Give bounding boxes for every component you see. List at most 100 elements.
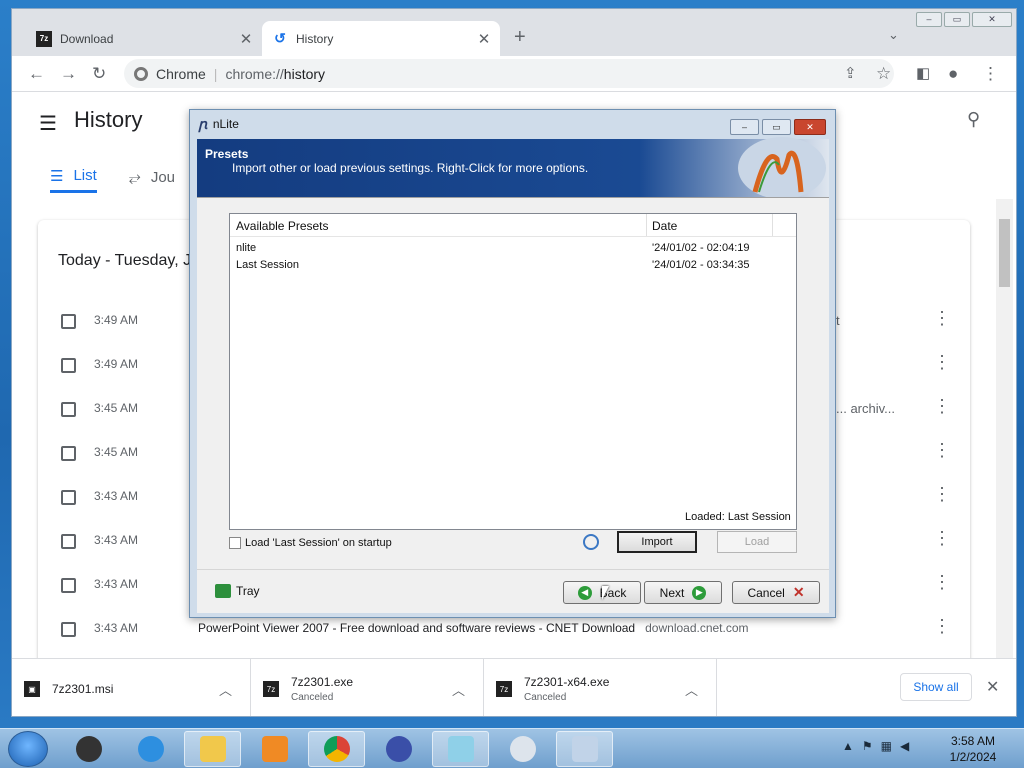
row-checkbox[interactable] (61, 446, 76, 461)
chevron-up-icon[interactable]: ︿ (219, 680, 232, 699)
star-icon[interactable]: ☆ (876, 64, 891, 84)
more-vert-icon[interactable]: ⋮ (933, 528, 951, 549)
chevron-down-icon[interactable]: ⌄ (888, 27, 899, 43)
maximize-button[interactable]: ▭ (944, 12, 970, 27)
taskbar-app[interactable] (494, 731, 551, 767)
forward-arrow-icon[interactable]: → (60, 64, 77, 84)
next-button[interactable]: Next ▶ (644, 581, 722, 604)
taskbar-nlite[interactable] (556, 731, 613, 767)
column-header-presets[interactable]: Available Presets (236, 219, 329, 233)
download-status: Canceled (524, 692, 567, 703)
action-center-icon[interactable]: ⚑ (862, 739, 873, 753)
reload-icon[interactable]: ↻ (92, 64, 106, 84)
download-item[interactable]: 7z 7z2301.exe Canceled ︿ (251, 659, 484, 716)
refresh-icon[interactable] (583, 534, 599, 550)
tab-download[interactable]: 7z Download ✕ (26, 21, 262, 56)
taskbar-ie[interactable] (122, 731, 179, 767)
more-vert-icon[interactable]: ⋮ (933, 352, 951, 373)
globe-icon (509, 736, 536, 762)
tab-journeys[interactable]: ⥂ Jou (129, 161, 175, 193)
network-icon[interactable]: ▦ (881, 739, 892, 753)
url-scheme: chrome:// (225, 65, 284, 82)
list-item[interactable]: nlite '24/01/02 - 02:04:19 (230, 240, 796, 257)
taskbar-chrome[interactable] (308, 731, 365, 767)
dialog-titlebar[interactable]: ꞃ nLite – ▭ ✕ (190, 110, 835, 138)
more-vert-icon[interactable]: ⋮ (933, 572, 951, 593)
window-controls: – ▭ ✕ (916, 12, 1012, 27)
list-item[interactable]: Last Session '24/01/02 - 03:34:35 (230, 257, 796, 274)
row-checkbox[interactable] (61, 402, 76, 417)
more-vert-icon[interactable]: ⋮ (933, 484, 951, 505)
row-page-title[interactable]: PowerPoint Viewer 2007 - Free download a… (198, 621, 838, 635)
row-checkbox[interactable] (61, 622, 76, 637)
page-scrollbar[interactable] (996, 199, 1013, 659)
scrollbar-thumb[interactable] (999, 219, 1010, 287)
tray-label: Tray (236, 584, 260, 598)
load-button[interactable]: Load (717, 531, 797, 553)
taskbar-notes[interactable] (432, 731, 489, 767)
tab-history[interactable]: ↺ History ✕ (262, 21, 500, 56)
minimize-button[interactable]: – (730, 119, 759, 135)
column-header-date[interactable]: Date (652, 219, 677, 233)
page-title: History (74, 107, 143, 132)
maximize-button[interactable]: ▭ (762, 119, 791, 135)
search-icon[interactable]: ⚲ (967, 109, 980, 130)
tab-label: Jou (150, 168, 175, 186)
close-button[interactable]: ✕ (972, 12, 1012, 27)
taskbar-explorer[interactable] (184, 731, 241, 767)
close-icon[interactable]: ✕ (236, 30, 256, 48)
address-bar[interactable]: Chrome | chrome://history (124, 59, 894, 88)
taskbar-app[interactable] (370, 731, 427, 767)
preset-name: Last Session (236, 259, 299, 271)
row-checkbox[interactable] (61, 314, 76, 329)
url-path: history (283, 65, 326, 82)
page-title-text: PowerPoint Viewer 2007 - Free download a… (198, 621, 636, 635)
row-checkbox[interactable] (61, 578, 76, 593)
tab-label: List (73, 167, 97, 184)
minimize-button[interactable]: – (916, 12, 942, 27)
profile-icon[interactable]: ● (948, 64, 958, 84)
startup-checkbox-row[interactable]: Load 'Last Session' on startup (229, 537, 392, 549)
more-vert-icon[interactable]: ⋮ (933, 440, 951, 461)
start-button[interactable] (8, 731, 48, 767)
tab-list[interactable]: ☰ List (50, 161, 97, 193)
cancel-button[interactable]: Cancel ✕ (732, 581, 820, 604)
startup-checkbox[interactable] (229, 537, 241, 549)
chevron-up-icon[interactable]: ▲ (842, 739, 854, 753)
more-vert-icon[interactable]: ⋮ (933, 616, 951, 637)
taskbar-clock-app[interactable] (60, 731, 117, 767)
back-arrow-icon[interactable]: ← (28, 64, 45, 84)
column-divider[interactable] (646, 214, 647, 236)
chevron-up-icon[interactable]: ︿ (452, 680, 465, 699)
import-button[interactable]: Import (617, 531, 697, 553)
taskbar-media[interactable] (246, 731, 303, 767)
share-icon[interactable]: ⇪ (844, 64, 857, 82)
close-icon[interactable]: ✕ (986, 677, 999, 697)
chevron-up-icon[interactable]: ︿ (685, 680, 698, 699)
row-checkbox[interactable] (61, 490, 76, 505)
msi-file-icon: ▣ (24, 681, 40, 697)
presets-list[interactable]: Available Presets Date nlite '24/01/02 -… (229, 213, 797, 530)
download-item[interactable]: 7z 7z2301-x64.exe Canceled ︿ (484, 659, 717, 716)
side-panel-icon[interactable]: ◧ (916, 64, 930, 82)
show-all-button[interactable]: Show all (900, 673, 972, 701)
row-time: 3:43 AM (94, 577, 139, 591)
close-icon[interactable]: ✕ (474, 30, 494, 48)
download-item[interactable]: ▣ 7z2301.msi ︿ (12, 659, 251, 716)
kebab-menu-icon[interactable]: ⋮ (982, 64, 999, 84)
row-checkbox[interactable] (61, 358, 76, 373)
close-button[interactable]: ✕ (794, 119, 826, 135)
loaded-status: Loaded: Last Session (685, 511, 791, 523)
list-icon: ☰ (50, 167, 64, 185)
preset-date: '24/01/02 - 03:34:35 (652, 259, 750, 271)
volume-icon[interactable]: ◀ (900, 739, 909, 753)
system-clock[interactable]: 3:58 AM 1/2/2024 (938, 733, 1008, 765)
more-vert-icon[interactable]: ⋮ (933, 308, 951, 329)
mouse-cursor-icon (602, 586, 609, 600)
tray-button[interactable]: Tray (215, 584, 260, 598)
more-vert-icon[interactable]: ⋮ (933, 396, 951, 417)
hamburger-menu-icon[interactable]: ☰ (39, 111, 57, 136)
row-checkbox[interactable] (61, 534, 76, 549)
column-divider[interactable] (772, 214, 773, 236)
new-tab-icon[interactable]: + (514, 26, 526, 49)
